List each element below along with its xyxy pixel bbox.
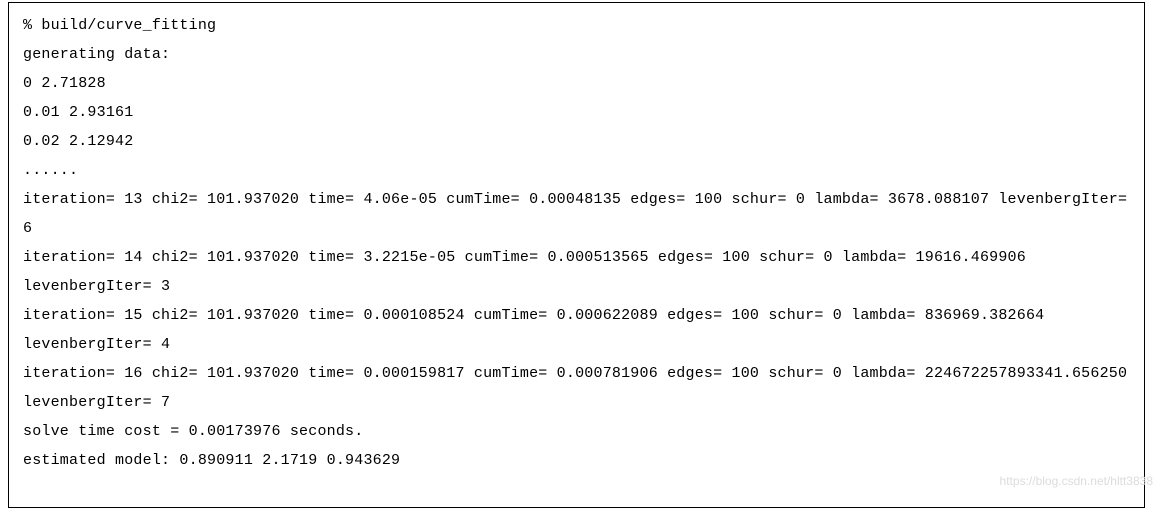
output-line: iteration= 13 chi2= 101.937020 time= 4.0… (23, 185, 1134, 243)
output-line: iteration= 16 chi2= 101.937020 time= 0.0… (23, 359, 1134, 417)
output-line: solve time cost = 0.00173976 seconds. (23, 417, 1134, 446)
console-output: % build/curve_fitting generating data: 0… (8, 2, 1145, 508)
output-line: estimated model: 0.890911 2.1719 0.94362… (23, 446, 1134, 475)
output-line: generating data: (23, 40, 1134, 69)
output-line: iteration= 15 chi2= 101.937020 time= 0.0… (23, 301, 1134, 359)
output-line: % build/curve_fitting (23, 11, 1134, 40)
output-line: 0.02 2.12942 (23, 127, 1134, 156)
output-line: ...... (23, 156, 1134, 185)
output-line: 0 2.71828 (23, 69, 1134, 98)
output-line: 0.01 2.93161 (23, 98, 1134, 127)
output-line: iteration= 14 chi2= 101.937020 time= 3.2… (23, 243, 1134, 301)
